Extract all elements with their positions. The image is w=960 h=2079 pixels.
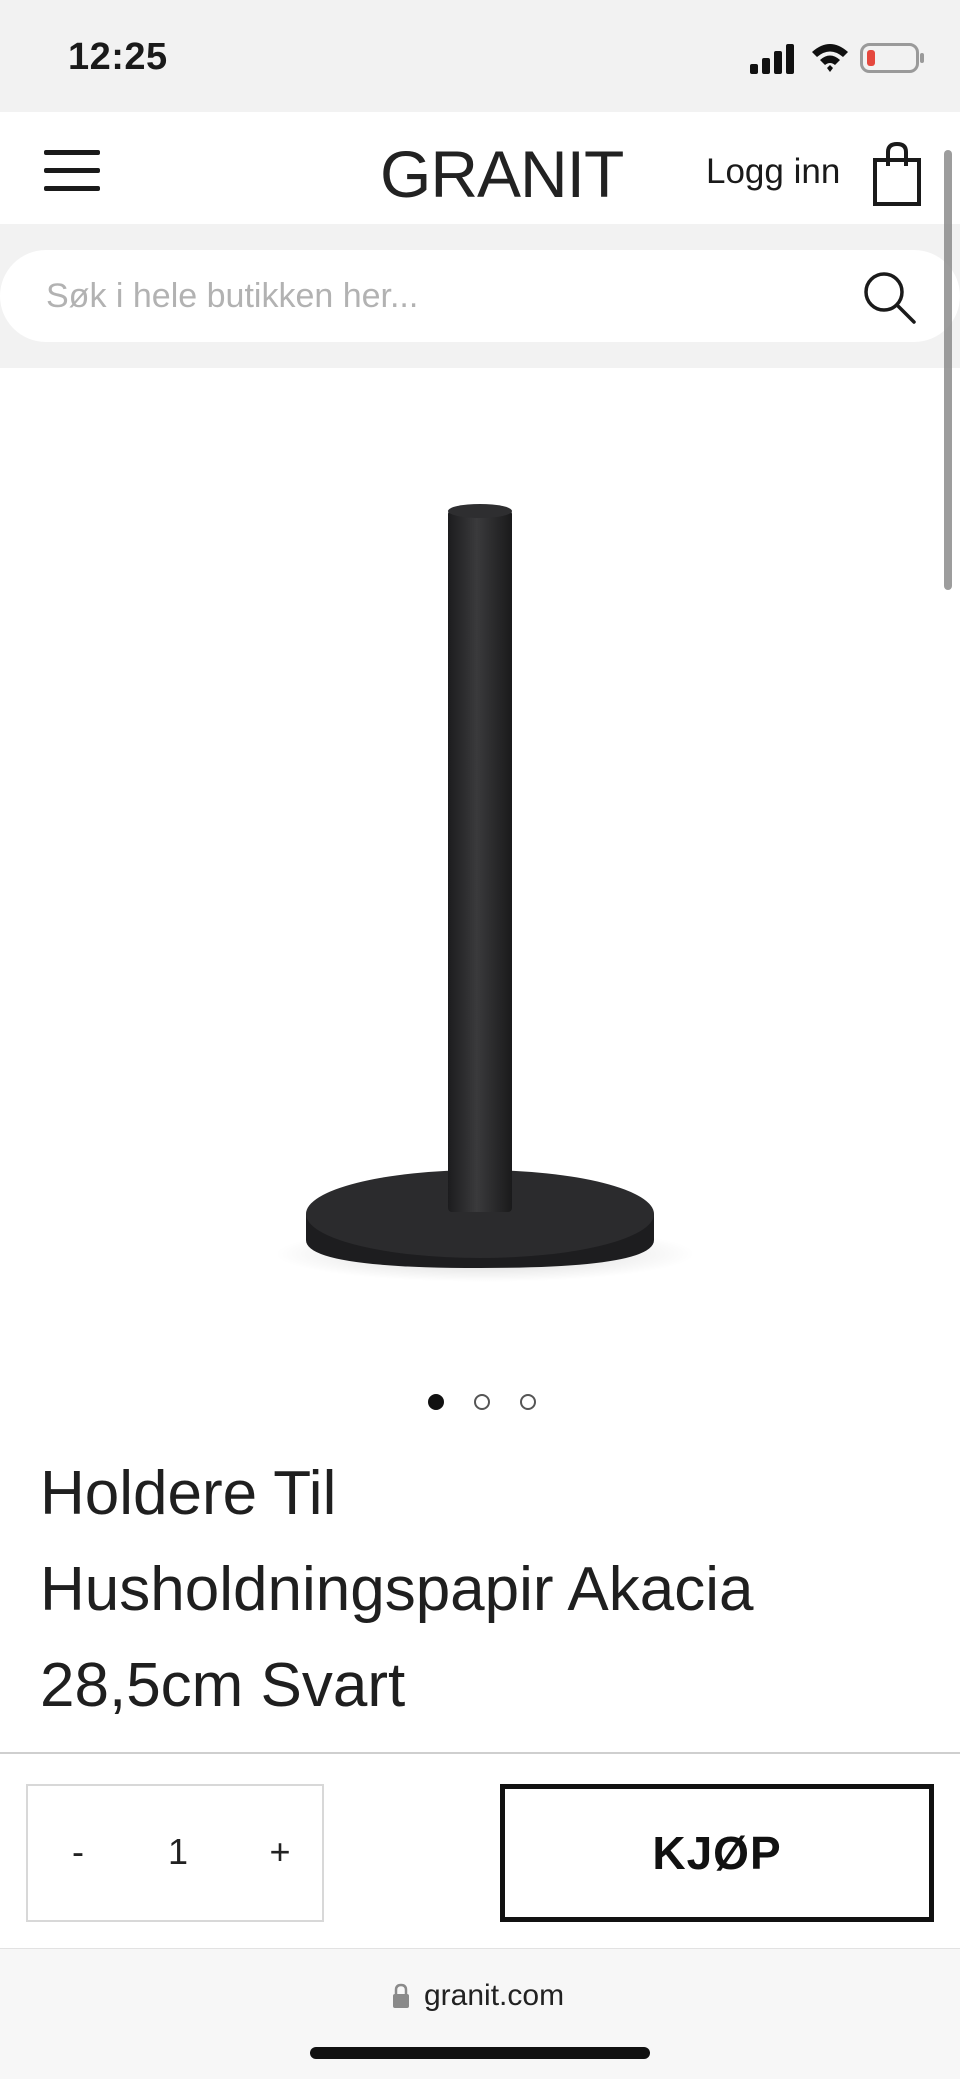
quantity-stepper: - + [26, 1784, 324, 1922]
status-time: 12:25 [68, 36, 168, 78]
carousel-dot[interactable] [520, 1394, 536, 1410]
carousel-dot[interactable] [474, 1394, 490, 1410]
buy-bar: - + KJØP [0, 1752, 960, 1948]
home-indicator[interactable] [310, 2047, 650, 2059]
search-band [0, 224, 960, 368]
battery-icon [860, 43, 924, 73]
quantity-input[interactable] [148, 1824, 208, 1880]
login-link[interactable]: Logg inn [706, 152, 840, 192]
search-input[interactable] [46, 272, 826, 320]
carousel-dots [420, 1394, 550, 1414]
page: 12:25 GRANIT Logg inn Søk i hele butikke… [0, 0, 960, 2079]
brand-logo[interactable]: GRANIT [380, 136, 624, 212]
site-header: GRANIT Logg inn [0, 112, 960, 224]
product-title: Holdere Til Husholdningspapir Akacia 28,… [40, 1446, 920, 1734]
browser-url-bar[interactable]: granit.com [0, 1948, 960, 2079]
lock-icon [393, 1983, 409, 2008]
status-bar: 12:25 [0, 0, 960, 112]
product-title-line: 28,5cm Svart [40, 1651, 406, 1720]
buy-button[interactable]: KJØP [500, 1784, 934, 1922]
search-box [0, 250, 960, 342]
product-title-line: Husholdningspapir Akacia [40, 1555, 754, 1624]
quantity-increase-button[interactable]: + [250, 1822, 310, 1882]
quantity-decrease-button[interactable]: - [48, 1822, 108, 1882]
signal-icon [750, 44, 794, 74]
product-image[interactable] [0, 368, 960, 1358]
carousel-dot[interactable] [428, 1394, 444, 1410]
url-text[interactable]: granit.com [424, 1979, 564, 2013]
cart-icon[interactable] [872, 142, 922, 206]
search-icon[interactable] [862, 270, 916, 324]
menu-icon[interactable] [44, 148, 102, 194]
product-title-line: Holdere Til [40, 1459, 337, 1528]
wifi-icon [812, 44, 848, 72]
